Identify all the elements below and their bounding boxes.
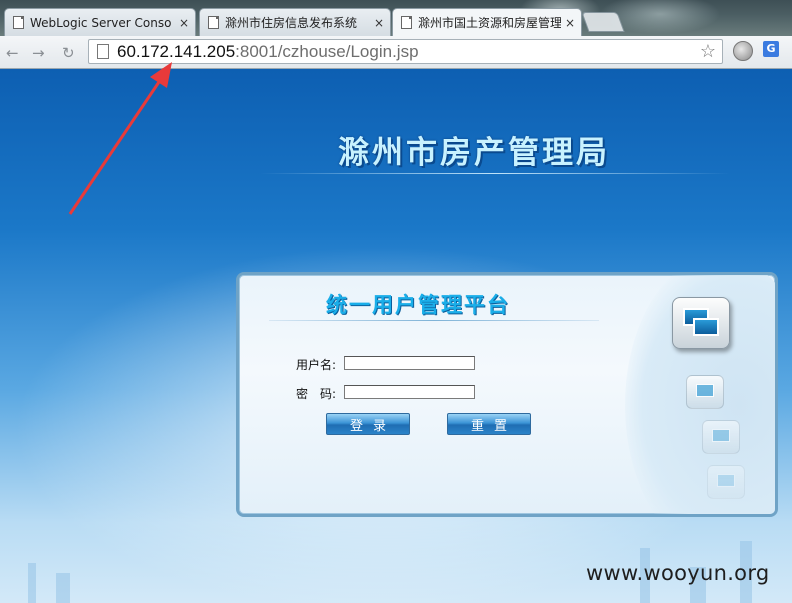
- tab-strip: WebLogic Server Conso × 滁州市住房信息发布系统 × 滁州…: [0, 0, 792, 36]
- close-icon[interactable]: ×: [374, 16, 384, 30]
- url-path: :8001/czhouse/Login.jsp: [235, 41, 419, 61]
- arrow-right-icon[interactable]: →: [32, 44, 45, 62]
- globe-extension-icon[interactable]: [733, 41, 753, 61]
- login-button[interactable]: 登录: [326, 413, 410, 435]
- password-input[interactable]: [344, 385, 475, 399]
- close-icon[interactable]: ×: [565, 16, 575, 30]
- username-input[interactable]: [344, 356, 475, 370]
- tab-title: 滁州市国土资源和房屋管理: [418, 16, 561, 30]
- tab-title: 滁州市住房信息发布系统: [225, 16, 358, 30]
- headline-divider: [260, 173, 730, 174]
- windows-app-icon: [686, 375, 724, 409]
- tab-land-resources[interactable]: 滁州市国土资源和房屋管理 ×: [392, 8, 582, 36]
- bookmark-star-icon[interactable]: ☆: [700, 41, 716, 62]
- city-skyline: [56, 573, 70, 603]
- username-label: 用户名:: [296, 358, 337, 372]
- address-bar[interactable]: 60.172.141.205:8001/czhouse/Login.jsp ☆: [88, 39, 723, 64]
- tab-title: WebLogic Server Conso: [30, 15, 172, 30]
- page-headline: 滁州市房产管理局: [338, 135, 610, 171]
- close-icon[interactable]: ×: [179, 16, 189, 30]
- city-skyline: [28, 563, 36, 603]
- page-content: 滁州市房产管理局 统一用户管理平台 用户名: 密 码: 登录 重置: [0, 69, 792, 603]
- watermark: www.wooyun.org: [586, 561, 770, 585]
- windows-app-icon: [707, 465, 745, 499]
- arrow-left-icon[interactable]: ←: [6, 44, 19, 62]
- translate-extension-icon[interactable]: G: [763, 41, 779, 57]
- url-host: 60.172.141.205: [117, 41, 236, 61]
- page-icon: [401, 16, 412, 29]
- panel-title-divider: [269, 320, 599, 321]
- page-icon: [13, 16, 24, 29]
- new-tab-button[interactable]: [581, 12, 625, 32]
- browser-toolbar: ← → ↻ 60.172.141.205:8001/czhouse/Login.…: [0, 36, 792, 69]
- panel-title: 统一用户管理平台: [326, 293, 510, 317]
- reset-button[interactable]: 重置: [447, 413, 531, 435]
- tab-housing-info[interactable]: 滁州市住房信息发布系统 ×: [199, 8, 391, 36]
- reload-icon[interactable]: ↻: [62, 44, 75, 62]
- tab-weblogic[interactable]: WebLogic Server Conso ×: [4, 8, 196, 36]
- page-icon: [97, 44, 109, 59]
- password-label: 密 码:: [296, 387, 337, 401]
- windows-app-icon: [672, 297, 730, 349]
- page-icon: [208, 16, 219, 29]
- windows-app-icon: [702, 420, 740, 454]
- login-panel: 统一用户管理平台 用户名: 密 码: 登录 重置: [236, 272, 778, 517]
